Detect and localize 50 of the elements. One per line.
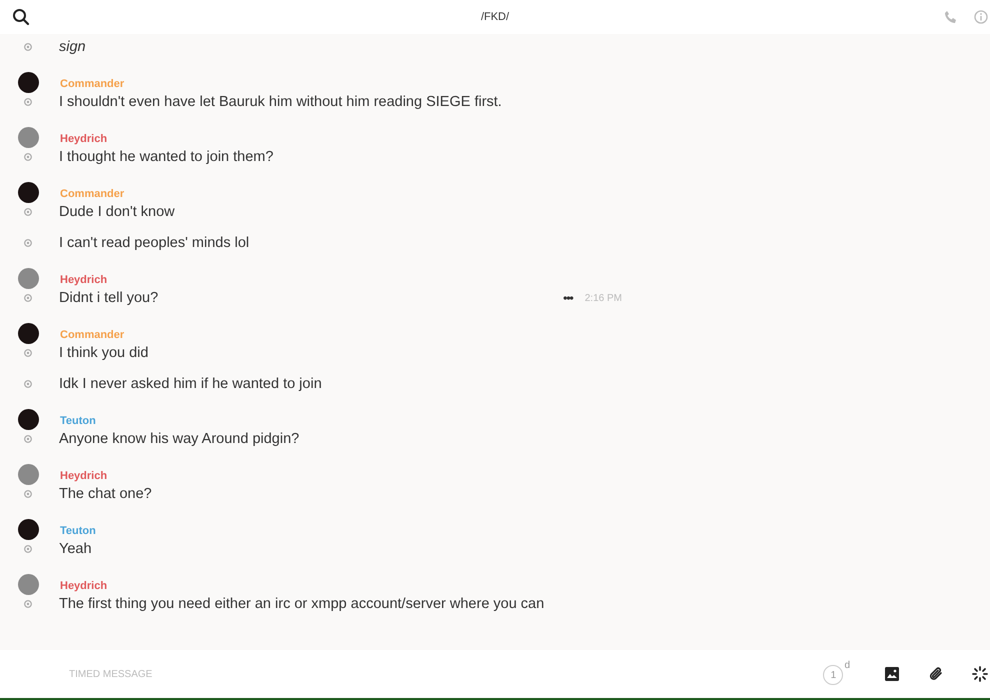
avatar bbox=[18, 72, 39, 93]
conversation-title: /FKD/ bbox=[480, 11, 510, 23]
message-text: I can't read peoples' minds lol bbox=[59, 235, 250, 251]
sender-name: Heydrich bbox=[60, 580, 108, 592]
timer-icon bbox=[24, 490, 32, 498]
avatar bbox=[18, 323, 39, 344]
message-text: I thought he wanted to join them? bbox=[59, 149, 274, 165]
timer-icon bbox=[24, 380, 32, 388]
sender-name: Commander bbox=[60, 78, 124, 90]
message-text: Anyone know his way Around pidgin? bbox=[59, 431, 300, 447]
message-text: The first thing you need either an irc or xmpp account/server where you can bbox=[59, 596, 544, 612]
message-input[interactable]: TIMED MESSAGE bbox=[67, 668, 824, 680]
timer-icon bbox=[24, 349, 32, 357]
avatar bbox=[18, 127, 39, 148]
more-button[interactable]: ••• bbox=[563, 291, 573, 305]
message-text: Idk I never asked him if he wanted to join bbox=[59, 376, 322, 392]
ping-icon[interactable] bbox=[972, 666, 988, 682]
avatar bbox=[18, 268, 39, 289]
sender-name: Commander bbox=[60, 188, 124, 200]
message-text: I shouldn't even have let Bauruk him without him reading SIEGE first. bbox=[59, 94, 502, 110]
message-text: Dude I don't know bbox=[59, 204, 175, 220]
timer-icon bbox=[24, 600, 32, 608]
sender-name: Heydrich bbox=[60, 274, 108, 286]
avatar bbox=[18, 464, 39, 485]
message-text: sign bbox=[59, 39, 86, 55]
sender-name: Teuton bbox=[60, 524, 96, 536]
paperclip-icon[interactable] bbox=[928, 666, 944, 682]
search-button[interactable] bbox=[12, 8, 30, 26]
timer-icon bbox=[24, 545, 32, 553]
avatar bbox=[18, 409, 39, 430]
timer-icon bbox=[24, 153, 32, 161]
message-text: The chat one? bbox=[59, 486, 152, 502]
timer-icon bbox=[24, 208, 32, 216]
image-icon[interactable] bbox=[884, 666, 900, 682]
sender-name: Teuton bbox=[60, 414, 96, 426]
sender-name: Heydrich bbox=[60, 470, 108, 482]
timer-icon bbox=[24, 43, 32, 51]
message-text: Yeah bbox=[59, 541, 92, 557]
avatar bbox=[18, 519, 39, 540]
avatar bbox=[18, 574, 39, 595]
avatar bbox=[18, 182, 39, 203]
sender-name: Commander bbox=[60, 328, 124, 340]
message-text: Didnt i tell you? bbox=[59, 290, 158, 306]
sender-name: Heydrich bbox=[60, 132, 108, 144]
message-text: I think you did bbox=[59, 345, 148, 361]
message-time: 2:16 PM bbox=[584, 292, 622, 304]
timer-icon bbox=[24, 294, 32, 302]
timer-icon bbox=[24, 98, 32, 106]
timer-icon bbox=[24, 435, 32, 443]
timer-icon bbox=[24, 239, 32, 247]
